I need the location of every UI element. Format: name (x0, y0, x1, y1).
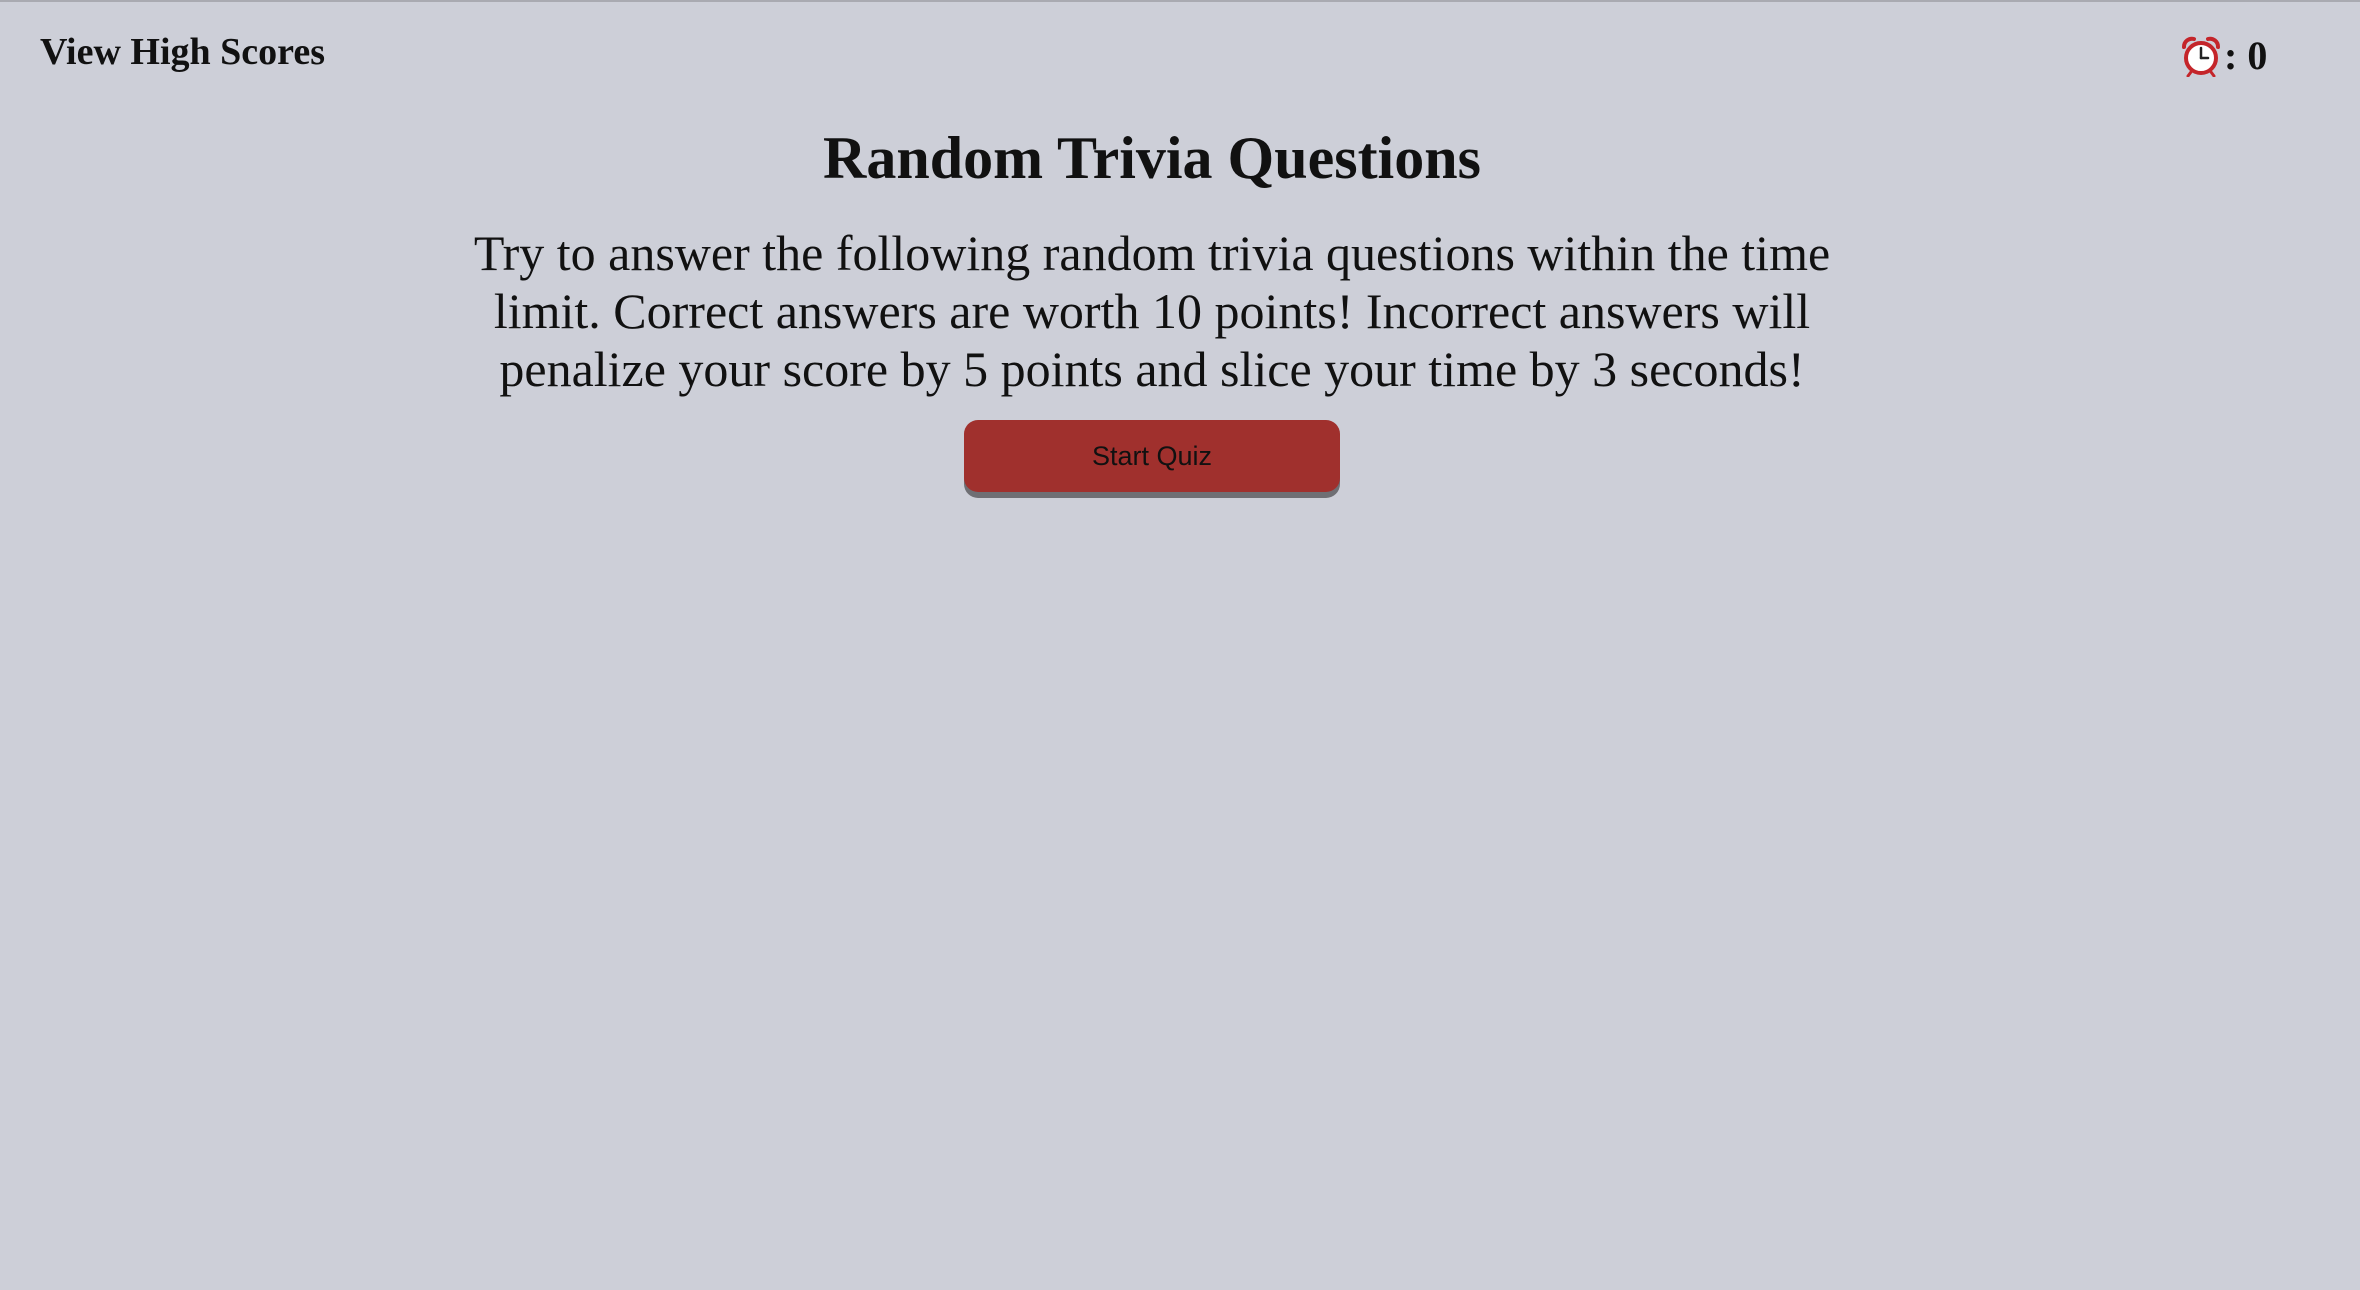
start-quiz-button[interactable]: Start Quiz (964, 420, 1340, 492)
timer-value: 0 (2247, 33, 2268, 78)
page-title: Random Trivia Questions (823, 125, 1481, 191)
alarm-clock-icon (2180, 35, 2222, 77)
view-high-scores-link[interactable]: View High Scores (40, 30, 325, 74)
timer-separator: : (2224, 33, 2238, 78)
timer: : 0 (2180, 32, 2267, 79)
quiz-instructions: Try to answer the following random trivi… (473, 225, 1831, 397)
